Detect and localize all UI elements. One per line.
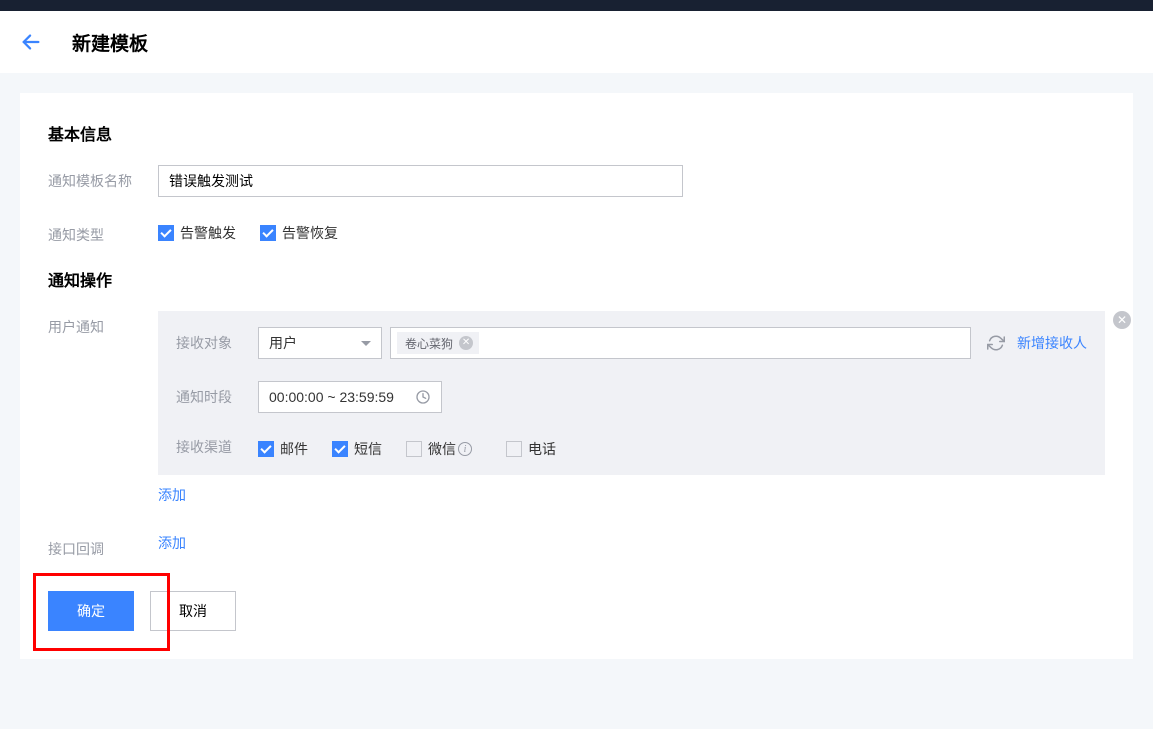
arrow-left-icon bbox=[20, 31, 42, 53]
remove-notify-card-button[interactable]: ✕ bbox=[1113, 311, 1131, 329]
refresh-icon bbox=[987, 334, 1005, 352]
checkbox-icon bbox=[506, 441, 522, 457]
time-range-input[interactable]: 00:00:00 ~ 23:59:59 bbox=[258, 381, 442, 413]
notify-type-checkbox-group: 告警触发 告警恢复 bbox=[158, 219, 362, 243]
select-value: 用户 bbox=[269, 333, 297, 353]
confirm-button[interactable]: 确定 bbox=[48, 591, 134, 631]
label-api-callback: 接口回调 bbox=[48, 533, 158, 559]
page-header: 新建模板 bbox=[0, 11, 1153, 73]
add-recipient-link[interactable]: 新增接收人 bbox=[1017, 333, 1087, 353]
checkbox-sms[interactable]: 短信 bbox=[332, 439, 382, 459]
card-row-notify-time: 通知时段 00:00:00 ~ 23:59:59 bbox=[176, 381, 1087, 413]
channel-checkbox-group: 邮件 短信 微信 i 电话 bbox=[258, 435, 580, 459]
label-notify-type: 通知类型 bbox=[48, 219, 158, 245]
tag-remove-icon[interactable]: ✕ bbox=[459, 336, 473, 350]
checkbox-alarm-recover[interactable]: 告警恢复 bbox=[260, 223, 338, 243]
page-title: 新建模板 bbox=[72, 29, 148, 56]
label-receive-channel: 接收渠道 bbox=[176, 437, 258, 457]
checkbox-phone[interactable]: 电话 bbox=[506, 439, 556, 459]
cancel-button[interactable]: 取消 bbox=[150, 591, 236, 631]
card-row-receive-target: 接收对象 用户 卷心菜狗 ✕ 新增接收人 bbox=[176, 327, 1087, 359]
checkbox-icon bbox=[406, 441, 422, 457]
checkbox-label: 告警恢复 bbox=[282, 223, 338, 243]
checkbox-label: 邮件 bbox=[280, 439, 308, 459]
row-user-notify: 用户通知 接收对象 用户 卷心菜狗 ✕ bbox=[48, 311, 1105, 475]
time-range-value: 00:00:00 ~ 23:59:59 bbox=[269, 389, 394, 405]
receive-type-select[interactable]: 用户 bbox=[258, 327, 382, 359]
row-add-user-notify: 添加 bbox=[48, 485, 1105, 505]
label-receive-target: 接收对象 bbox=[176, 333, 258, 353]
add-api-callback-link[interactable]: 添加 bbox=[158, 533, 186, 553]
checkbox-label: 告警触发 bbox=[180, 223, 236, 243]
checkbox-alarm-trigger[interactable]: 告警触发 bbox=[158, 223, 236, 243]
back-button[interactable] bbox=[20, 31, 42, 53]
section-notify-ops: 通知操作 bbox=[48, 267, 1105, 291]
label-notify-time: 通知时段 bbox=[176, 387, 258, 407]
row-template-name: 通知模板名称 bbox=[48, 165, 1105, 197]
row-api-callback: 接口回调 添加 bbox=[48, 533, 1105, 559]
checkbox-label: 微信 bbox=[428, 439, 456, 459]
footer-buttons: 确定 取消 bbox=[48, 591, 1105, 631]
info-icon[interactable]: i bbox=[458, 442, 472, 456]
card-row-receive-channel: 接收渠道 邮件 短信 微信 i bbox=[176, 435, 1087, 459]
row-notify-type: 通知类型 告警触发 告警恢复 bbox=[48, 219, 1105, 245]
label-template-name: 通知模板名称 bbox=[48, 165, 158, 191]
tag-label: 卷心菜狗 bbox=[405, 335, 453, 352]
checkbox-label: 电话 bbox=[528, 439, 556, 459]
checkbox-icon bbox=[158, 225, 174, 241]
template-name-input[interactable] bbox=[158, 165, 683, 197]
chevron-down-icon bbox=[361, 341, 371, 346]
checkbox-wechat[interactable]: 微信 i bbox=[406, 439, 472, 459]
label-user-notify: 用户通知 bbox=[48, 311, 158, 337]
recipient-tag-input[interactable]: 卷心菜狗 ✕ bbox=[390, 327, 971, 359]
checkbox-label: 短信 bbox=[354, 439, 382, 459]
recipient-tag: 卷心菜狗 ✕ bbox=[397, 332, 479, 354]
section-basic-info: 基本信息 bbox=[48, 121, 1105, 145]
form-card: 基本信息 通知模板名称 通知类型 告警触发 告警恢复 通知操作 用户通知 接收对… bbox=[20, 93, 1133, 659]
checkbox-icon bbox=[258, 441, 274, 457]
checkbox-icon bbox=[332, 441, 348, 457]
top-dark-bar bbox=[0, 0, 1153, 11]
checkbox-mail[interactable]: 邮件 bbox=[258, 439, 308, 459]
label-spacer bbox=[48, 485, 158, 491]
checkbox-icon bbox=[260, 225, 276, 241]
user-notify-card: 接收对象 用户 卷心菜狗 ✕ 新增接收人 bbox=[158, 311, 1105, 475]
clock-icon bbox=[415, 389, 431, 405]
refresh-button[interactable] bbox=[987, 334, 1005, 352]
add-user-notify-link[interactable]: 添加 bbox=[158, 485, 186, 505]
